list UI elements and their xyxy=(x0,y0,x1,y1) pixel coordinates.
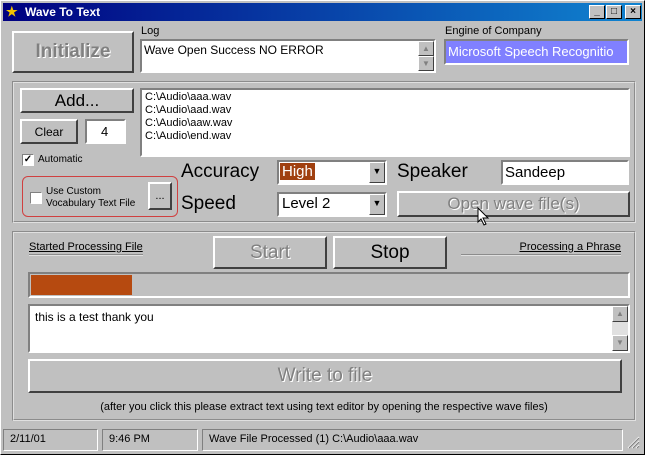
list-item[interactable]: C:\Audio\end.wav xyxy=(145,130,232,143)
speaker-field[interactable]: Sandeep xyxy=(501,160,629,185)
scroll-down-icon[interactable]: ▼ xyxy=(418,56,434,71)
file-list[interactable]: C:\Audio\aaa.wav C:\Audio\aad.wav C:\Aud… xyxy=(140,88,630,157)
open-wave-button[interactable]: Open wave file(s) xyxy=(397,191,630,217)
file-count: 4 xyxy=(101,124,109,139)
chevron-down-icon[interactable]: ▼ xyxy=(369,194,385,215)
start-button[interactable]: Start xyxy=(213,236,327,269)
status-time: 9:46 PM xyxy=(102,429,198,451)
scroll-down-icon[interactable]: ▼ xyxy=(612,335,628,351)
accuracy-value: High xyxy=(280,163,315,180)
scroll-up-icon[interactable]: ▲ xyxy=(612,306,628,322)
maximize-button[interactable]: □ xyxy=(606,5,622,19)
status-date: 2/11/01 xyxy=(3,429,98,451)
main-window: ★ Wave To Text _ □ × Initialize Log Wave… xyxy=(0,0,645,455)
progress-bar xyxy=(28,272,630,298)
list-item[interactable]: C:\Audio\aaw.wav xyxy=(145,117,232,130)
engine-value: Microsoft Speech Recognitio xyxy=(448,44,614,59)
status-message: Wave File Processed (1) C:\Audio\aaa.wav xyxy=(202,429,623,451)
result-textbox[interactable]: this is a test thank you ▲ ▼ xyxy=(28,304,630,353)
mouse-cursor-icon xyxy=(477,207,490,226)
log-scrollbar[interactable]: ▲ ▼ xyxy=(418,41,434,71)
automatic-checkbox[interactable]: ✓ xyxy=(22,154,34,166)
result-text: this is a test thank you xyxy=(35,310,154,324)
progress-fill xyxy=(31,275,132,295)
browse-vocab-button[interactable]: ... xyxy=(148,182,172,210)
scroll-up-icon[interactable]: ▲ xyxy=(418,41,434,56)
speed-label: Speed xyxy=(181,193,236,214)
custom-vocab-label: Use Custom Vocabulary Text File xyxy=(46,186,136,209)
resize-grip-icon[interactable] xyxy=(626,435,640,449)
add-button[interactable]: Add... xyxy=(20,88,134,113)
wizard-icon: ★ xyxy=(6,4,18,19)
result-scrollbar[interactable]: ▲ ▼ xyxy=(612,306,628,351)
window-title: Wave To Text xyxy=(25,5,101,19)
accuracy-label: Accuracy xyxy=(181,161,260,182)
log-text: Wave Open Success NO ERROR xyxy=(144,43,324,57)
clear-button[interactable]: Clear xyxy=(20,119,78,144)
write-to-file-button[interactable]: Write to file xyxy=(28,359,622,393)
list-item[interactable]: C:\Audio\aad.wav xyxy=(145,104,232,117)
automatic-label: Automatic xyxy=(38,154,83,165)
custom-vocab-checkbox[interactable] xyxy=(30,192,42,204)
engine-label: Engine of Company xyxy=(445,25,542,37)
processing-phrase-label: Processing a Phrase xyxy=(461,241,621,256)
accuracy-select[interactable]: High ▼ xyxy=(277,160,387,185)
speaker-value: Sandeep xyxy=(505,164,566,181)
log-box[interactable]: Wave Open Success NO ERROR ▲ ▼ xyxy=(140,39,436,73)
speed-select[interactable]: Level 2 ▼ xyxy=(277,192,387,217)
write-note: (after you click this please extract tex… xyxy=(100,401,548,413)
close-button[interactable]: × xyxy=(625,5,641,19)
initialize-button[interactable]: Initialize xyxy=(12,31,134,73)
stop-button[interactable]: Stop xyxy=(333,236,447,269)
list-item[interactable]: C:\Audio\aaa.wav xyxy=(145,91,232,104)
minimize-button[interactable]: _ xyxy=(589,5,605,19)
engine-field[interactable]: Microsoft Speech Recognitio xyxy=(444,39,629,65)
chevron-down-icon[interactable]: ▼ xyxy=(369,162,385,183)
log-label: Log xyxy=(141,25,160,37)
speed-value: Level 2 xyxy=(282,195,331,212)
speaker-label: Speaker xyxy=(397,161,468,182)
title-bar[interactable]: ★ Wave To Text _ □ × xyxy=(3,3,642,21)
started-processing-label: Started Processing File xyxy=(29,241,143,256)
file-count-field[interactable]: 4 xyxy=(85,119,126,144)
file-list-items: C:\Audio\aaa.wav C:\Audio\aad.wav C:\Aud… xyxy=(145,91,232,143)
